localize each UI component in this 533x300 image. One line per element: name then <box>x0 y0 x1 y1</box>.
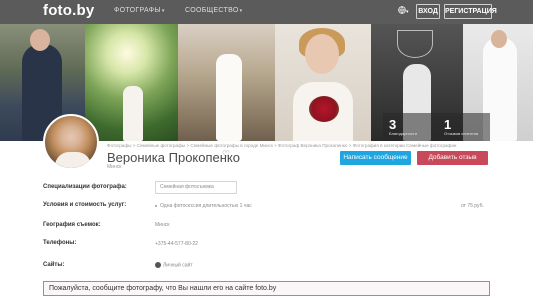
globe-icon <box>155 262 161 268</box>
cover-photo[interactable] <box>178 24 275 141</box>
nav-photographers[interactable]: ФОТОГРАФЫ▾ <box>114 7 165 14</box>
chevron-down-icon: ▾ <box>239 8 243 14</box>
heart-icon[interactable]: ♡ <box>222 149 230 160</box>
register-button[interactable]: РЕГИСТРАЦИЯ <box>444 4 497 19</box>
geography-label: География съемок: <box>43 222 101 228</box>
chevron-down-icon: ▾ <box>406 9 409 15</box>
geography-value: Минск <box>155 222 170 228</box>
phones-value[interactable]: +375-44-577-80-22 <box>155 241 198 247</box>
chevron-down-icon: ▾ <box>161 8 165 14</box>
bullet-icon <box>155 204 157 207</box>
reviews-label: Отзывов клиентов <box>444 131 479 136</box>
site-logo[interactable]: foto.by <box>43 2 94 19</box>
terms-label: Условия и стоимость услуг: <box>43 202 127 208</box>
notice-banner: Пожалуйста, сообщите фотографу, что Вы н… <box>43 281 490 296</box>
thanks-label: Благодарности <box>389 131 417 136</box>
cover-photo[interactable] <box>275 24 371 141</box>
specialization-select[interactable]: Семейная фотосъемка <box>155 181 237 194</box>
phones-label: Телефоны: <box>43 240 77 246</box>
stats-overlay <box>383 113 490 141</box>
globe-icon <box>398 6 406 14</box>
login-button[interactable]: ВХОД <box>416 4 440 19</box>
nav-community[interactable]: СООБЩЕСТВО▾ <box>185 7 242 14</box>
photographer-city: Минск <box>107 164 122 170</box>
add-review-button[interactable]: Добавить отзыв <box>417 151 488 165</box>
terms-item-text: Одна фотосессия длительностью 1 час <box>160 203 252 209</box>
thanks-count: 3 <box>389 117 397 132</box>
nav-photographers-label: ФОТОГРАФЫ <box>114 7 161 14</box>
terms-item: Одна фотосессия длительностью 1 час <box>155 203 252 209</box>
specialization-label: Специализации фотографа: <box>43 184 127 190</box>
personal-site-text: Личный сайт <box>163 262 193 269</box>
language-selector[interactable]: ▾ <box>398 6 410 17</box>
personal-site-link[interactable]: Личный сайт <box>155 262 193 268</box>
send-message-button[interactable]: Написать сообщение <box>340 151 411 165</box>
cover-photo[interactable] <box>85 24 178 141</box>
photographer-name: Вероника Прокопенко <box>107 150 240 165</box>
avatar[interactable] <box>43 114 99 170</box>
nav-community-label: СООБЩЕСТВО <box>185 7 239 14</box>
terms-price: от 75 руб. <box>461 203 484 209</box>
sites-label: Сайты: <box>43 262 65 268</box>
breadcrumb[interactable]: Фотографы > Семейные фотографы > Семейны… <box>107 143 456 148</box>
reviews-count: 1 <box>444 117 452 132</box>
top-bar: foto.by ФОТОГРАФЫ▾ СООБЩЕСТВО▾ ▾ ВХОД РЕ… <box>0 0 533 24</box>
